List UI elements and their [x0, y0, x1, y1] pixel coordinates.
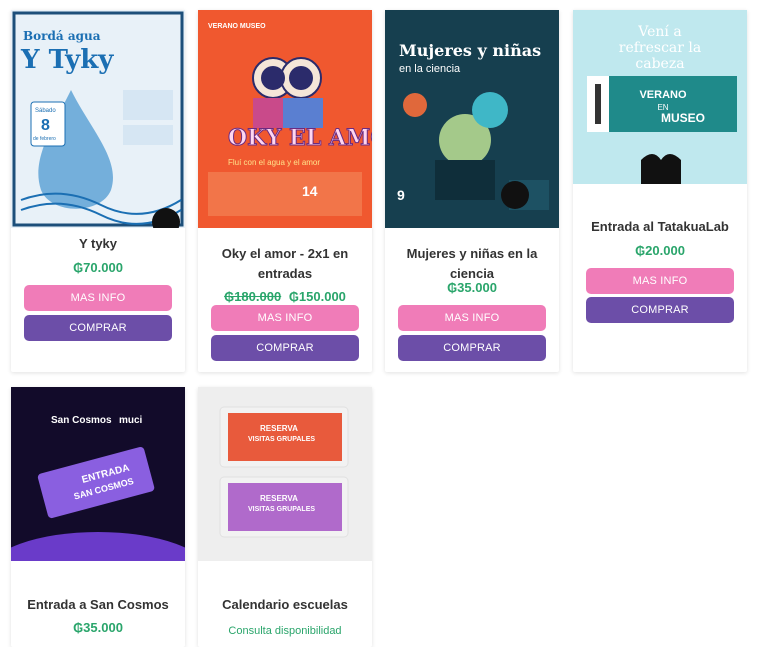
poster-date: 14 — [302, 183, 318, 199]
buy-button[interactable]: COMPRAR — [586, 297, 734, 323]
calendario-poster: RESERVA VISITAS GRUPALES RESERVA VISITAS… — [198, 387, 372, 561]
poster-heading: Bordá agua — [23, 29, 101, 43]
product-image-mujeres-ciencia[interactable]: Mujeres y niñas en la ciencia 9 — [385, 10, 559, 228]
poster-big1: Mujeres y niñas — [399, 41, 541, 60]
product-card-tatakualab: Vení a refrescar la cabeza VERANO EN MUS… — [573, 10, 747, 372]
availability-link[interactable]: Consulta disponibilidad — [198, 625, 372, 637]
product-price: ₲35.000 — [73, 620, 123, 635]
more-info-button[interactable]: MAS INFO — [211, 305, 359, 331]
product-title-line1[interactable]: Oky el amor - 2x1 en — [198, 244, 372, 264]
more-info-button[interactable]: MAS INFO — [24, 285, 172, 311]
product-title-line2[interactable]: entradas — [198, 264, 372, 284]
product-title[interactable]: Entrada al TatakuaLab — [573, 217, 747, 237]
product-card-y-tyky: Bordá agua Y Tyky Sábado 8 de febrero Y … — [11, 10, 185, 372]
poster-line2: refrescar la — [619, 40, 701, 56]
poster-month: de febrero — [33, 136, 56, 142]
poster-day-label: Sábado — [35, 108, 56, 114]
more-info-button[interactable]: MAS INFO — [398, 305, 546, 331]
poster-date: 9 — [397, 187, 405, 203]
ticket1-line2: VISITAS GRUPALES — [248, 436, 315, 443]
product-card-mujeres-ciencia: Mujeres y niñas en la ciencia 9 Mujeres … — [385, 10, 559, 372]
product-price: ₲180.000 ₲150.000 — [198, 289, 372, 304]
product-image-tatakualab[interactable]: Vení a refrescar la cabeza VERANO EN MUS… — [573, 10, 747, 184]
old-price: ₲180.000 — [224, 289, 282, 304]
product-image-oky-el-amor[interactable]: VERANO MUSEO OKY EL AMOR Fluí con el agu… — [198, 10, 372, 228]
buy-button[interactable]: COMPRAR — [211, 335, 359, 361]
y-tyky-poster: Bordá agua Y Tyky Sábado 8 de febrero — [11, 10, 185, 228]
ticket1-line1: RESERVA — [260, 424, 298, 433]
product-image-san-cosmos[interactable]: San Cosmos muci ENTRADA SAN COSMOS — [11, 387, 185, 561]
product-card-calendario-escuelas: RESERVA VISITAS GRUPALES RESERVA VISITAS… — [198, 387, 372, 647]
product-card-san-cosmos: San Cosmos muci ENTRADA SAN COSMOS Entra… — [11, 387, 185, 647]
product-image-y-tyky[interactable]: Bordá agua Y Tyky Sábado 8 de febrero — [11, 10, 185, 228]
ticket2-line2: VISITAS GRUPALES — [248, 506, 315, 513]
product-price: ₲20.000 — [635, 243, 685, 258]
mujeres-ciencia-poster: Mujeres y niñas en la ciencia 9 — [385, 10, 559, 228]
ticket-line1: VERANO — [639, 89, 687, 101]
tatakualab-poster: Vení a refrescar la cabeza VERANO EN MUS… — [573, 10, 747, 184]
more-info-button[interactable]: MAS INFO — [586, 268, 734, 294]
poster-big: OKY EL AMOR — [228, 125, 372, 151]
product-title[interactable]: Entrada a San Cosmos — [11, 595, 185, 615]
product-card-oky-el-amor: VERANO MUSEO OKY EL AMOR Fluí con el agu… — [198, 10, 372, 372]
poster-brand: San Cosmos — [51, 415, 112, 426]
product-image-calendario-escuelas[interactable]: RESERVA VISITAS GRUPALES RESERVA VISITAS… — [198, 387, 372, 561]
poster-big: Y Tyky — [20, 45, 114, 75]
product-price: ₲70.000 — [73, 260, 123, 275]
poster-line3: cabeza — [635, 56, 684, 72]
poster-line1: Vení a — [637, 24, 681, 40]
buy-button[interactable]: COMPRAR — [24, 315, 172, 341]
product-price: ₲35.000 — [447, 280, 497, 295]
poster-big2: en la ciencia — [399, 63, 461, 75]
poster-top: VERANO MUSEO — [208, 23, 266, 30]
ticket-line3: MUSEO — [661, 111, 705, 125]
buy-button[interactable]: COMPRAR — [398, 335, 546, 361]
sale-price: ₲150.000 — [288, 289, 346, 304]
oky-el-amor-poster: VERANO MUSEO OKY EL AMOR Fluí con el agu… — [198, 10, 372, 228]
ticket2-line1: RESERVA — [260, 494, 298, 503]
poster-brand2: muci — [119, 415, 143, 426]
poster-sub: Fluí con el agua y el amor — [228, 158, 320, 167]
san-cosmos-poster: San Cosmos muci ENTRADA SAN COSMOS — [11, 387, 185, 561]
product-title[interactable]: Calendario escuelas — [198, 595, 372, 615]
product-title-line1[interactable]: Mujeres y niñas en la — [385, 244, 559, 264]
product-title[interactable]: Y tyky — [11, 234, 185, 254]
poster-day: 8 — [41, 117, 50, 134]
